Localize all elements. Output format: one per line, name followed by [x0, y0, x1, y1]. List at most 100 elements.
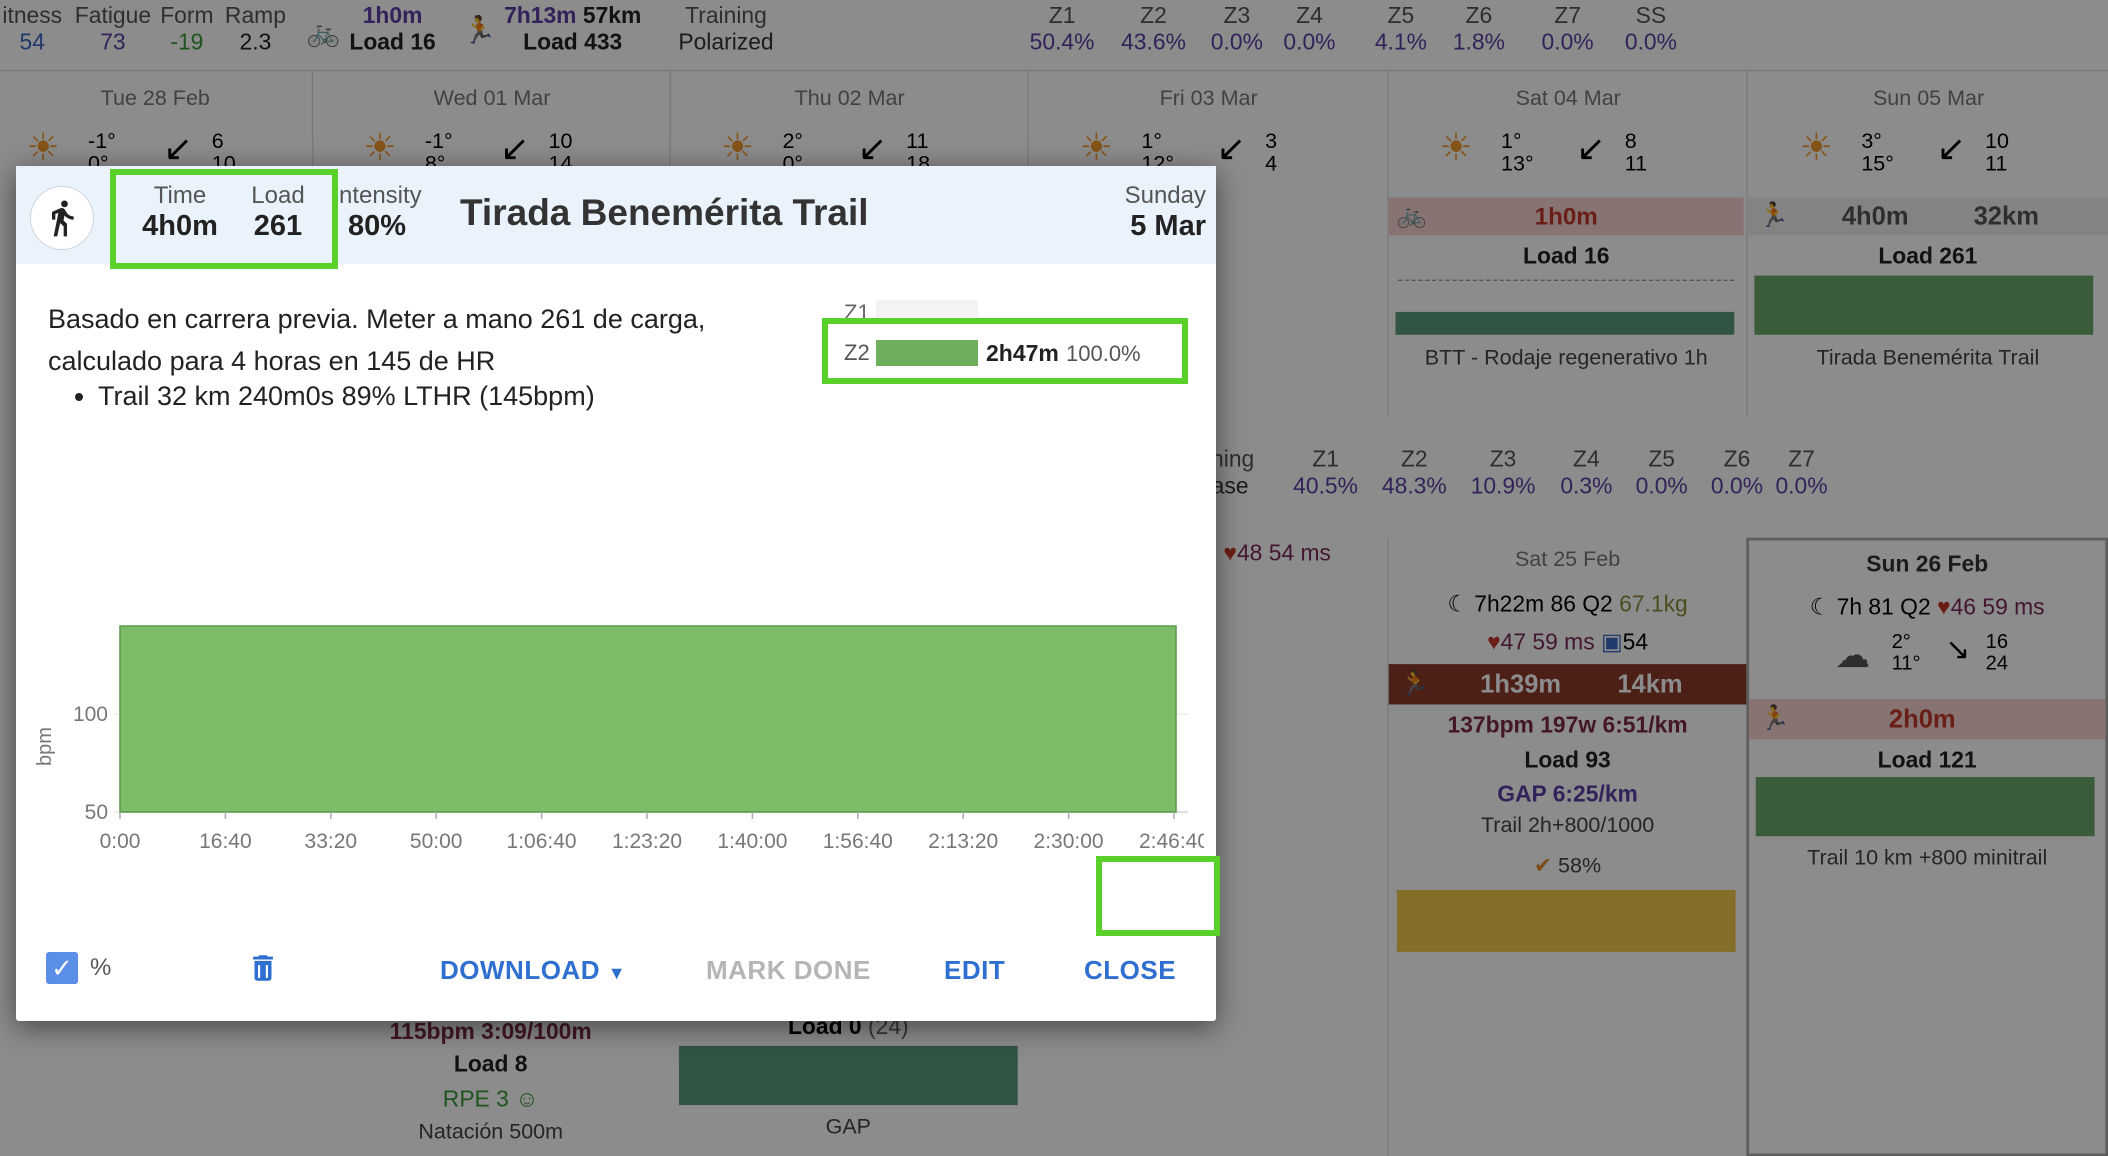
sun-run-band: 🏃 2h0m: [1749, 699, 2106, 740]
zone-value: 40.5%: [1293, 473, 1358, 499]
zone-percent: 100.0%: [1066, 341, 1141, 366]
y-tick-label: 50: [85, 801, 108, 824]
zone-row: Z2 2h47m 100.0%: [844, 338, 1184, 372]
wed-rpe: RPE 3: [442, 1086, 509, 1112]
spo2-icon: ▣: [1601, 629, 1623, 655]
zone-summary-item: Z5 4.1%: [1361, 3, 1442, 57]
wed-swim-load: Load 8: [453, 1051, 528, 1077]
sat-run-stats: 137bpm 197w 6:51/km: [1447, 712, 1688, 739]
sun-run-title[interactable]: Trail 10 km +800 minitrail: [1749, 847, 2105, 871]
zone-summary-item: Z3 10.9%: [1463, 446, 1544, 500]
zone-label: Z4: [1296, 2, 1323, 29]
run-dist: 57km: [582, 2, 642, 29]
run-load: Load 433: [523, 29, 623, 56]
sun-hrv: 46 59 ms: [1950, 594, 2045, 620]
run-icon: 🏃: [462, 16, 496, 46]
temp-high: 3°: [1861, 130, 1882, 154]
fatigue-value: 73: [100, 29, 126, 56]
percent-checkbox[interactable]: ✓: [46, 952, 78, 984]
workout-chart: bpm 50 100 0:00 16:40 33:20 50:00 1:06:40 1:23:…: [24, 616, 1204, 886]
sun-run-load: Load 121: [1877, 747, 1977, 774]
training-label: Training: [685, 2, 767, 29]
zone-summary-item: Z2 43.6%: [1113, 3, 1194, 57]
zone-value: 0.0%: [1635, 473, 1688, 499]
run-icon: [30, 186, 94, 250]
sat-ride-load: Load 16: [1523, 243, 1610, 269]
zone-summary-item: Z5 0.0%: [1621, 446, 1702, 500]
caret-down-icon: ▼: [607, 963, 627, 983]
sun-run-bar[interactable]: [1755, 777, 2095, 837]
zone-summary-item: Z1 40.5%: [1285, 446, 1366, 500]
day-label: Sunday: [1124, 182, 1206, 209]
run-icon: 🏃: [1759, 704, 1790, 732]
sun-run-dist: 32km: [1973, 203, 2039, 232]
sun-run-title[interactable]: Tirada Benemérita Trail: [1748, 347, 2108, 371]
wind-gust: 4: [1265, 153, 1278, 177]
fitness-value: 54: [19, 29, 45, 56]
heart-icon: ♥: [1223, 540, 1237, 566]
trash-icon[interactable]: [246, 948, 280, 993]
wind-speed: 3: [1265, 130, 1278, 154]
sat-run-bar[interactable]: [1396, 889, 1736, 952]
thu-bar[interactable]: [678, 1045, 1018, 1106]
ride-load: Load 16: [349, 29, 436, 56]
day-name: Tue 28 Feb: [100, 87, 210, 111]
thu-gap: GAP: [825, 1115, 872, 1139]
sun-temp2: 11°: [1891, 652, 1921, 675]
day-name: Fri 03 Mar: [1159, 87, 1258, 111]
zone-value: 50.4%: [1029, 29, 1095, 56]
zone-value: 10.9%: [1470, 473, 1536, 499]
sat-hrv: 47 59 ms: [1500, 629, 1595, 655]
sun-sleep: 7h 81 Q2: [1836, 594, 1931, 620]
wed-swim-stats: 115bpm 3:09/100m: [389, 1019, 592, 1045]
zone-label: Z5: [1648, 446, 1676, 472]
zone-value: 0.0%: [1210, 29, 1263, 56]
wind-gust: 11: [1985, 153, 2008, 177]
day-name: Sun 05 Mar: [1872, 87, 1985, 111]
temp-high: 2°: [782, 130, 804, 154]
zone-summary-item: Z1 50.4%: [1022, 3, 1103, 57]
chart-area: [119, 625, 1177, 813]
check-circle-icon: ✔: [1534, 855, 1553, 878]
wind-speed: 11: [906, 130, 929, 154]
close-button[interactable]: CLOSE: [1084, 955, 1176, 986]
sat-weight: 67.1kg: [1619, 591, 1688, 618]
wind-arrow-icon: ↙: [857, 127, 888, 169]
zone-summary-item: Z4 0.3%: [1546, 446, 1627, 500]
divider: [1398, 279, 1735, 281]
sat-run-dist: 14km: [1617, 670, 1683, 700]
zone-label: Z4: [1573, 446, 1600, 472]
x-tick-label: 1:56:40: [823, 830, 893, 853]
sat-ride-band: 🚲 1h0m: [1388, 197, 1744, 236]
day-name: Sat 04 Mar: [1515, 87, 1621, 111]
temp-high: -1°: [88, 130, 116, 154]
wed-swim-title[interactable]: Natación 500m: [312, 1121, 670, 1145]
sun-wind2: 24: [1985, 652, 2009, 675]
sat-sleep: 7h22m 86 Q2: [1474, 591, 1613, 618]
zone-label: SS: [1635, 2, 1667, 29]
download-button[interactable]: DOWNLOAD ▼: [440, 955, 626, 986]
dialog-header: Time 4h0m Load 261 Intensity 80% Tirada …: [16, 166, 1216, 264]
sat-run-gap: GAP 6:25/km: [1497, 781, 1638, 807]
edit-button[interactable]: EDIT: [944, 955, 1005, 986]
ramp-value: 2.3: [239, 29, 272, 56]
fitness-label: itness: [2, 2, 63, 29]
load-label: Load: [251, 182, 305, 209]
time-value: 4h0m: [142, 210, 218, 242]
sat-run-load: Load 93: [1524, 747, 1611, 774]
x-tick-label: 16:40: [199, 830, 252, 853]
sat-ride-bar[interactable]: [1395, 311, 1735, 335]
zone-summary-item: Z3 0.0%: [1197, 3, 1278, 57]
fatigue-label: Fatigue: [74, 2, 152, 29]
sun-run-bar[interactable]: [1754, 275, 2094, 335]
zone-value: 43.6%: [1121, 29, 1186, 56]
heart-icon: ♥: [1937, 594, 1951, 620]
wind-speed: 6: [211, 130, 224, 154]
mark-done-button[interactable]: MARK DONE: [706, 955, 871, 986]
sat-ride-title[interactable]: BTT - Rodaje regenerativo 1h: [1389, 347, 1744, 371]
sat-run-title[interactable]: Trail 2h+800/1000: [1389, 815, 1747, 839]
sun-run-load: Load 261: [1878, 243, 1978, 269]
sun-icon: ☀: [1439, 126, 1473, 169]
zone-value: 4.1%: [1374, 29, 1427, 56]
percent-label: %: [90, 954, 112, 981]
